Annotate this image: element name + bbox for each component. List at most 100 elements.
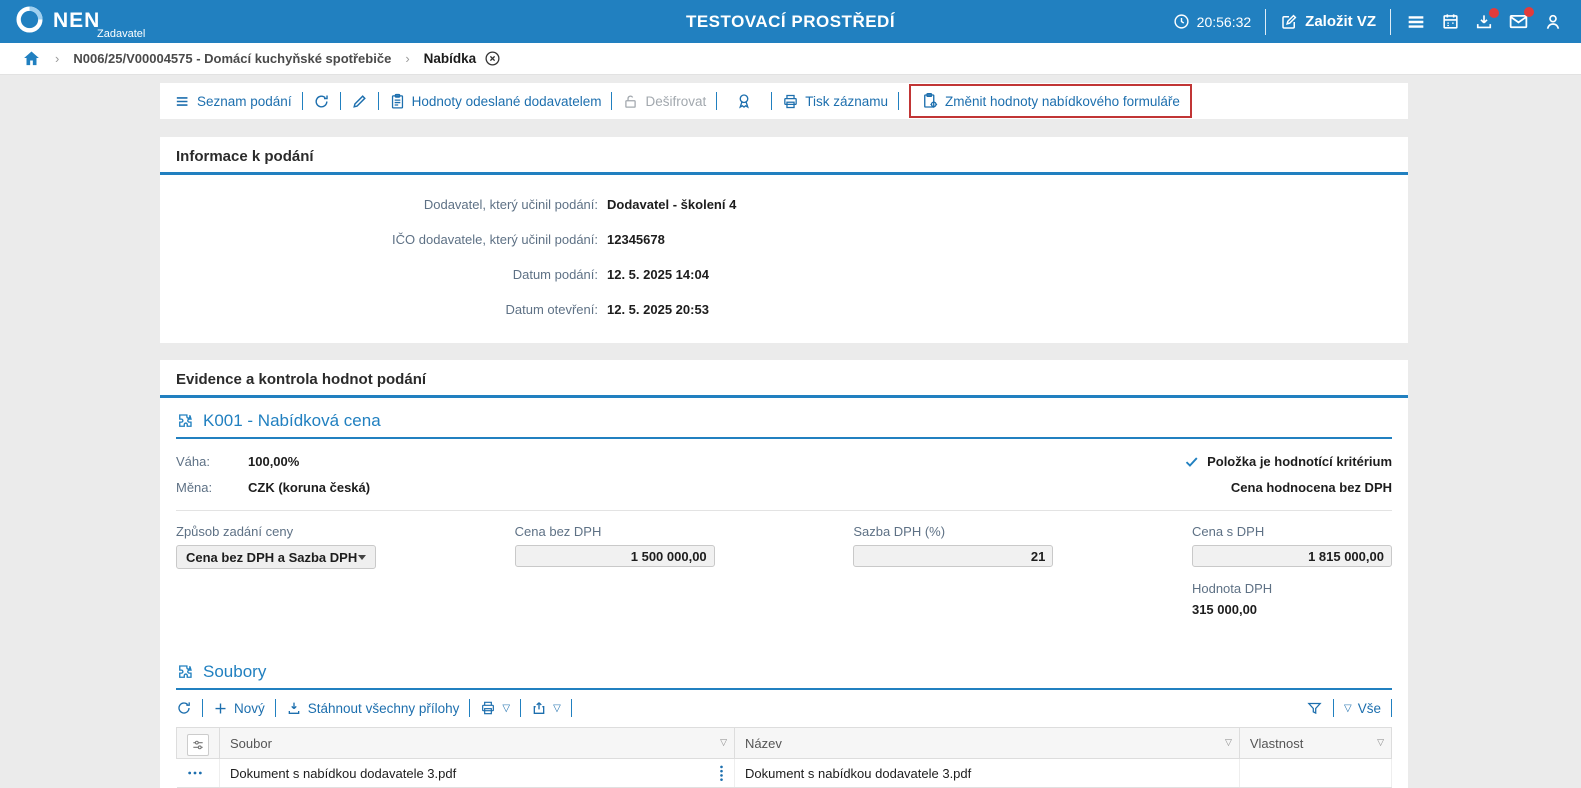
message-notification-badge [1524,7,1534,17]
field-value: 12. 5. 2025 14:04 [607,267,709,282]
evidence-section: Evidence a kontrola hodnot podání K001 -… [160,360,1408,788]
divider [1390,9,1391,35]
seznam-podani-button[interactable]: Seznam podání [174,93,292,110]
list-icon [174,93,191,110]
toolbar-divider [716,92,717,110]
row-menu-cell[interactable] [177,759,220,788]
medal-icon [735,92,753,110]
filter-arrow-icon[interactable]: ▽ [720,737,727,748]
dropdown-arrow-icon: ▽ [502,703,510,714]
stahnout-button[interactable]: Stáhnout všechny přílohy [286,700,460,716]
toolbar-divider [571,699,572,717]
toolbar-divider [611,92,612,110]
nen-logo[interactable]: NEN Zadavatel [14,4,145,40]
cena-s-input[interactable] [1192,545,1392,567]
files-table: Soubor ▽ Název ▽ Vlastnost ▽ [176,727,1392,788]
zmenit-hodnoty-button[interactable]: Změnit hodnoty nabídkového formuláře [921,92,1180,110]
refresh-icon [313,93,330,110]
soubory-heading: Soubory [176,649,1392,690]
sazba-label: Sazba DPH (%) [853,524,1053,539]
field-row-datum-podani: Datum podání: 12. 5. 2025 14:04 [160,257,1408,292]
refresh-button[interactable] [313,93,330,110]
main-menu-button[interactable] [1405,11,1427,33]
toolbar-divider [340,92,341,110]
header-nazev[interactable]: Název ▽ [735,728,1240,759]
mena-row: Měna: CZK (koruna česká) [176,474,370,500]
chevron-down-icon [358,555,366,560]
highlight-box: Změnit hodnoty nabídkového formuláře [909,84,1192,118]
zpusob-label: Způsob zadání ceny [176,524,376,539]
toolbar-divider [520,699,521,717]
mena-value: CZK (koruna česká) [248,480,370,495]
clipboard-icon [389,93,406,110]
share-up-icon [531,700,547,716]
sazba-input[interactable] [853,545,1053,567]
dph-note: Cena hodnocena bez DPH [1231,480,1392,495]
toolbar-divider [771,92,772,110]
breadcrumb-current-tab[interactable]: Nabídka [424,50,502,67]
files-print-button[interactable]: ▽ [480,700,510,716]
create-vz-label: Založit VZ [1305,13,1376,30]
filter-arrow-icon[interactable]: ▽ [1377,737,1384,748]
header-vlastnost[interactable]: Vlastnost ▽ [1239,728,1391,759]
printer-icon [782,93,799,110]
files-refresh-button[interactable] [176,700,192,716]
hodnota-dph-value: 315 000,00 [1192,602,1392,617]
funnel-icon [1306,700,1323,717]
filter-arrow-icon[interactable]: ▽ [1225,737,1232,748]
filter-button[interactable] [1306,700,1323,717]
breadcrumb-current-label: Nabídka [424,51,477,66]
medal-button[interactable] [735,92,753,110]
cena-bez-label: Cena bez DPH [515,524,715,539]
toolbar-divider [469,699,470,717]
header-soubor[interactable]: Soubor ▽ [220,728,735,759]
tisk-zaznamu-button[interactable]: Tisk záznamu [782,93,888,110]
tisk-zaznamu-label: Tisk záznamu [805,94,888,109]
grip-icon[interactable] [719,765,724,782]
price-mode-value: Cena bez DPH a Sazba DPH [186,550,357,565]
vaha-value: 100,00% [248,454,299,469]
dropdown-arrow-icon: ▽ [553,703,561,714]
hodnota-dph-label: Hodnota DPH [1192,581,1392,596]
puzzle-icon [176,663,194,681]
lock-icon [622,93,639,110]
user-profile-button[interactable] [1543,12,1563,32]
k001-title: K001 - Nabídková cena [203,411,381,431]
sliders-icon[interactable] [187,734,209,756]
cena-bez-input[interactable] [515,545,715,567]
download-icon [286,700,302,716]
toolbar-divider [1391,699,1392,717]
breadcrumb: › N006/25/V00004575 - Domácí kuchyňské s… [0,43,1581,75]
toolbar-divider [202,699,203,717]
home-button[interactable] [22,49,41,68]
create-vz-button[interactable]: Založit VZ [1280,13,1376,31]
kebab-menu-icon[interactable] [187,769,210,777]
session-time: 20:56:32 [1197,14,1252,30]
hodnoty-odeslane-button[interactable]: Hodnoty odeslané dodavatelem [389,93,602,110]
price-mode-select[interactable]: Cena bez DPH a Sazba DPH [176,545,376,569]
column-settings-header[interactable] [177,728,220,759]
novy-label: Nový [234,701,265,716]
novy-button[interactable]: Nový [213,701,265,716]
vse-filter-button[interactable]: ▽ Vše [1344,701,1381,716]
refresh-icon [176,700,192,716]
file-name[interactable]: Dokument s nabídkou dodavatele 3.pdf [230,766,456,781]
plus-icon [213,701,228,716]
edit-button[interactable] [351,93,368,110]
top-header-bar: NEN Zadavatel TESTOVACÍ PROSTŘEDÍ 20:56:… [0,0,1581,43]
files-export-button[interactable]: ▽ [531,700,561,716]
messages-button[interactable] [1508,11,1529,32]
hamburger-icon [1405,11,1427,33]
info-podani-section: Informace k podání Dodavatel, který učin… [160,137,1408,343]
field-label: IČO dodavatele, který učinil podání: [160,232,598,247]
table-row[interactable]: Dokument s nabídkou dodavatele 3.pdf Dok… [177,759,1392,788]
logo-subtitle: Zadavatel [97,29,145,40]
evidence-title: Evidence a kontrola hodnot podání [160,360,1408,398]
close-tab-icon[interactable] [484,50,501,67]
breadcrumb-case-link[interactable]: N006/25/V00004575 - Domácí kuchyňské spo… [73,51,391,66]
field-label: Datum podání: [160,267,598,282]
vaha-row: Váha: 100,00% [176,448,370,474]
cell-soubor: Dokument s nabídkou dodavatele 3.pdf [220,759,735,788]
downloads-button[interactable] [1474,12,1494,32]
calendar-button[interactable] [1441,12,1460,31]
